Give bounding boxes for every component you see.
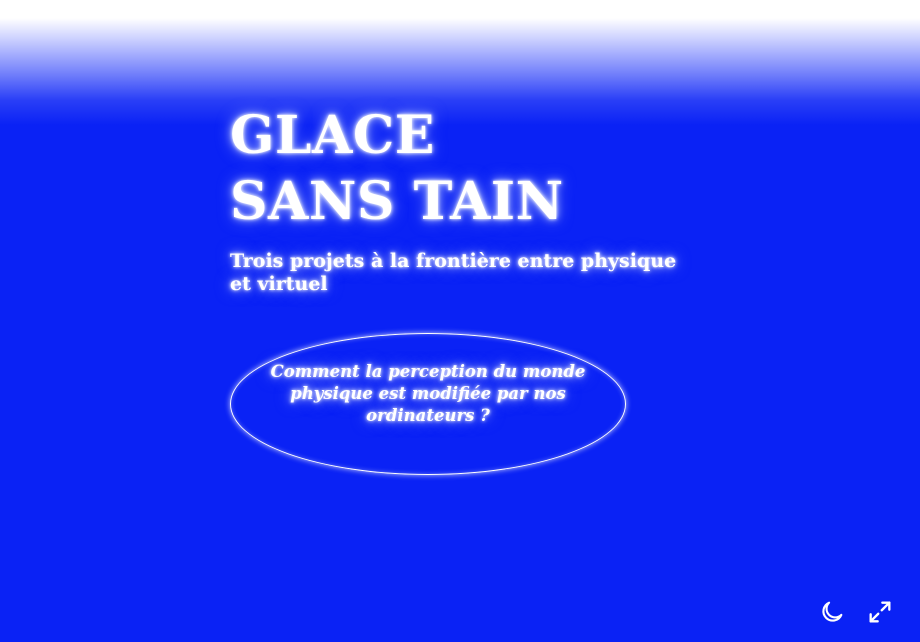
question-text: Comment la perception du monde physique … [270,362,586,425]
title-line-2: SANS TAIN [230,171,564,232]
moon-icon [822,601,843,622]
page-title: GLACE SANS TAIN [230,103,564,235]
dark-mode-toggle-button[interactable] [818,598,846,626]
fullscreen-button[interactable] [866,598,894,626]
question-oval: Comment la perception du monde physique … [230,333,626,475]
expand-icon [869,601,891,623]
page-subtitle: Trois projets à la frontière entre physi… [230,250,677,295]
title-line-1: GLACE [230,105,435,166]
